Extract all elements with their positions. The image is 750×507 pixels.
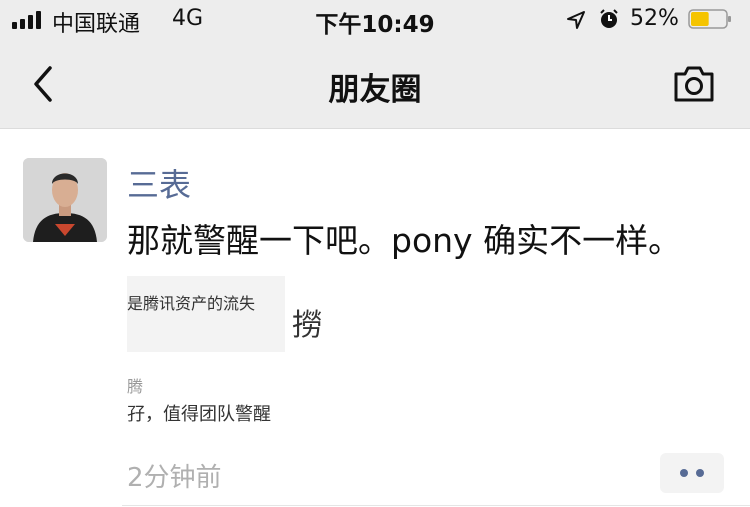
avatar[interactable] xyxy=(23,158,107,242)
divider xyxy=(122,505,750,506)
post-time: 2分钟前 xyxy=(127,463,222,493)
shared-image-caption-2: 孖，值得团队警醒 xyxy=(127,404,271,425)
battery-percent: 52% xyxy=(630,6,679,31)
post-author[interactable]: 三表 xyxy=(127,160,191,206)
camera-icon[interactable] xyxy=(670,62,718,106)
shared-image[interactable]: 是腾讯资产的流失 xyxy=(127,276,285,352)
shared-image-caption-1: 腾 xyxy=(127,377,144,396)
shared-image-side-text: 撈 xyxy=(292,308,322,343)
more-dots-icon xyxy=(680,469,688,477)
top-bar: 中国联通 4G 下午10:49 52% 朋友圈 xyxy=(0,0,750,129)
location-arrow-icon xyxy=(567,11,585,29)
page-title: 朋友圈 xyxy=(328,72,422,108)
more-dots-icon xyxy=(696,469,704,477)
battery-icon xyxy=(688,9,731,29)
avatar-image xyxy=(23,158,107,242)
status-bar: 中国联通 4G 下午10:49 52% xyxy=(0,0,750,40)
more-button[interactable] xyxy=(660,453,724,493)
alarm-icon xyxy=(600,9,618,28)
nav-bar: 朋友圈 xyxy=(0,40,750,128)
post-text: 那就警醒一下吧。pony 确实不一样。 xyxy=(127,221,682,260)
shared-image-text: 是腾讯资产的流失 xyxy=(127,294,256,313)
